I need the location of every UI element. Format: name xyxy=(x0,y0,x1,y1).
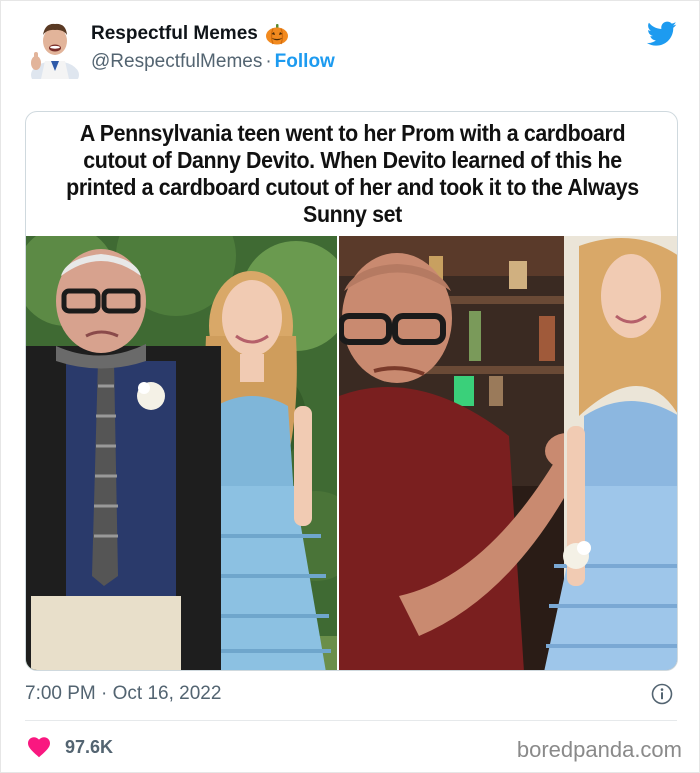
meme-caption-text: A Pennsylvania teen went to her Prom wit… xyxy=(66,120,639,227)
follow-button[interactable]: Follow xyxy=(275,51,335,72)
separator-dot: · xyxy=(265,51,272,72)
photo-prom-cutout xyxy=(26,196,361,670)
tweet-card: Respectful Memes @RespectfulMemes · Follow… xyxy=(0,0,700,773)
author-display-name[interactable]: Respectful Memes xyxy=(91,23,258,45)
author-handle[interactable]: @RespectfulMemes xyxy=(91,51,262,72)
twitter-bird-icon[interactable] xyxy=(646,21,677,47)
meme-caption: A Pennsylvania teen went to her Prom wit… xyxy=(26,112,677,236)
avatar-image xyxy=(25,15,81,79)
tweet-timestamp[interactable]: 7:00 PM · Oct 16, 2022 xyxy=(25,683,221,705)
heart-icon[interactable] xyxy=(27,736,51,758)
divider xyxy=(25,720,677,721)
like-count: 97.6K xyxy=(65,736,114,757)
avatar[interactable] xyxy=(25,15,81,79)
author-handle-row: @RespectfulMemes · Follow xyxy=(91,51,335,73)
like-action[interactable]: 97.6K xyxy=(27,736,113,758)
tweet-media[interactable]: A Pennsylvania teen went to her Prom wit… xyxy=(25,111,678,671)
info-icon[interactable] xyxy=(651,683,673,705)
pumpkin-icon xyxy=(265,23,289,45)
author-name-row: Respectful Memes xyxy=(91,23,289,45)
site-watermark: boredpanda.com xyxy=(516,737,682,762)
photo-devito-with-cutout xyxy=(338,236,677,670)
